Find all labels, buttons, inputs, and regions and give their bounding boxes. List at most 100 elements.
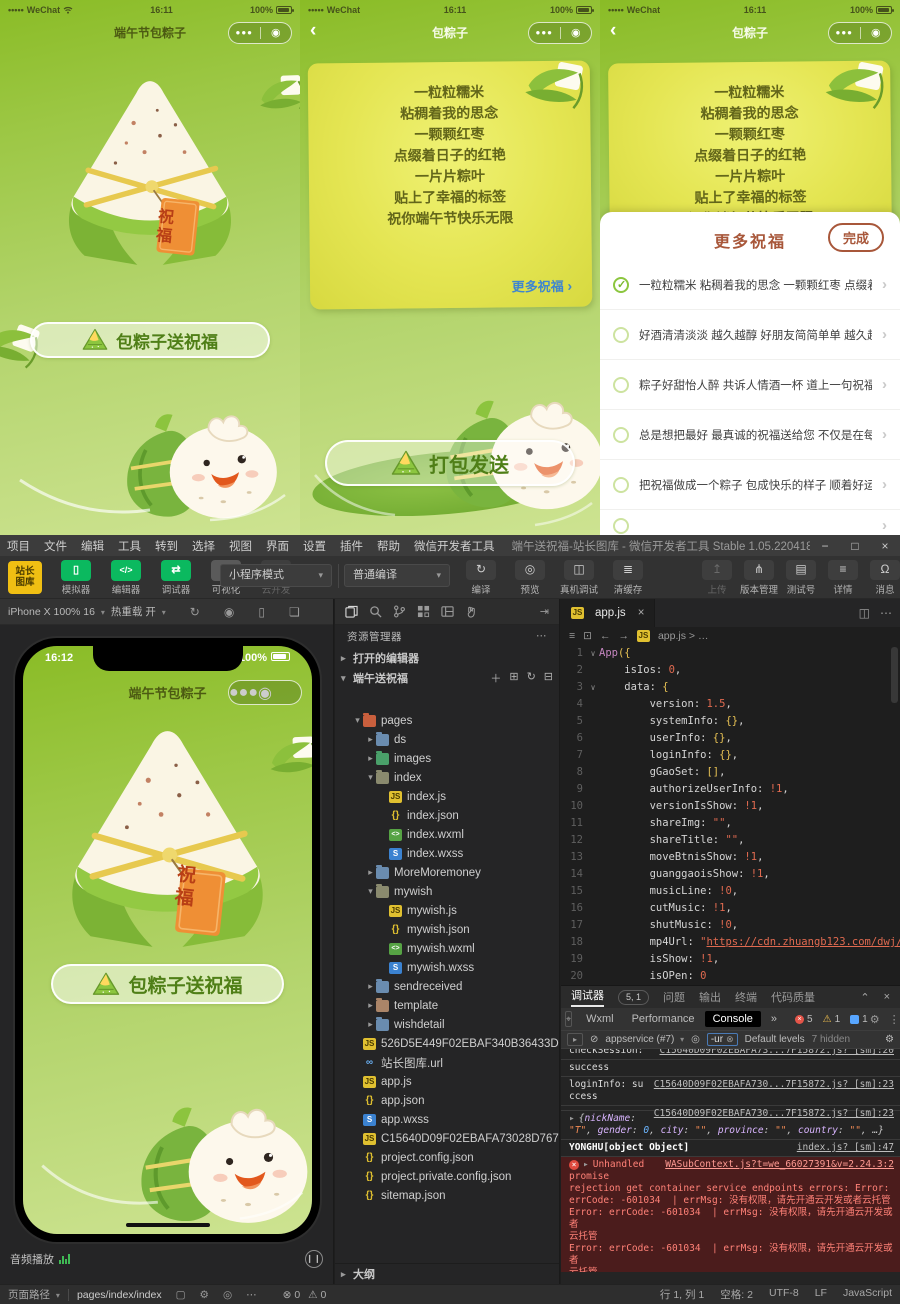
split-editor-icon[interactable]: ◫ — [859, 606, 870, 620]
menu-设置[interactable]: 设置 — [296, 538, 333, 554]
debugger-tab-代码质量[interactable]: 代码质量 — [771, 989, 815, 1005]
blessing-item[interactable]: 好酒清清淡淡 越久越醇 好朋友简简单单 越久越...› — [600, 310, 900, 360]
more-menu-icon[interactable]: ●●● — [229, 684, 258, 702]
extensions-icon[interactable] — [417, 605, 430, 618]
copy-path-icon[interactable]: ▢ — [176, 1289, 186, 1301]
panel-collapse-icon[interactable]: ⌃ — [860, 991, 869, 1004]
search-icon[interactable] — [369, 605, 382, 618]
source-link[interactable]: C15640D09F02EBAFA73...7F15872.js? [sm]:2… — [660, 1049, 895, 1057]
toolbar-编辑器[interactable]: </>编辑器 — [102, 560, 150, 596]
done-button[interactable]: 完成 — [828, 223, 884, 252]
mode-select[interactable]: 小程序模式▾ — [220, 564, 332, 587]
unchecked-circle-icon[interactable] — [613, 518, 629, 534]
rotate-icon[interactable]: ↻ — [190, 605, 200, 619]
error-counter[interactable]: ⊗ 0 — [283, 1289, 301, 1301]
toolbar-模拟器[interactable]: ▯模拟器 — [52, 560, 100, 596]
nav-back-icon[interactable]: ← — [600, 630, 611, 642]
more-menu-icon[interactable]: ●●● — [229, 23, 260, 43]
debugger-tab-问题[interactable]: 问题 — [663, 989, 685, 1005]
wechat-capsule[interactable]: ●●●◉ — [528, 22, 592, 44]
menu-项目[interactable]: 项目 — [0, 538, 37, 554]
hand-tool-icon[interactable] — [465, 605, 478, 618]
expand-arrow-icon[interactable]: ▸ — [569, 1113, 575, 1124]
page-path-label[interactable]: 页面路径 ▾ — [8, 1287, 60, 1302]
layout-icon[interactable] — [441, 605, 454, 618]
collapse-folders-icon[interactable]: ⊟ — [544, 670, 553, 686]
watch-icon[interactable]: ◎ — [223, 1289, 232, 1301]
toolbar-调试器[interactable]: ⇄调试器 — [152, 560, 200, 596]
console-entry[interactable]: ▸{nickName: "T", gender: 0, city: "", pr… — [561, 1111, 900, 1140]
status-item[interactable]: 空格: 2 — [720, 1287, 753, 1302]
minimize-button[interactable]: − — [810, 539, 840, 553]
outline-section[interactable]: ▸ 大纲 — [335, 1264, 559, 1284]
close-button[interactable]: × — [870, 539, 900, 553]
more-menu-icon[interactable]: ●●● — [829, 23, 860, 43]
code-line[interactable]: 15 musicLine: !0, — [561, 883, 900, 900]
blessing-item[interactable]: › — [600, 510, 900, 534]
record-icon[interactable]: ◉ — [224, 605, 234, 619]
nav-forward-icon[interactable]: → — [618, 630, 629, 642]
tree-item[interactable]: Sapp.wxss — [335, 1110, 559, 1129]
tree-item[interactable]: JSapp.js — [335, 1072, 559, 1091]
fold-icon[interactable]: ∨ — [587, 645, 599, 662]
editor-scrollbar[interactable] — [891, 647, 898, 703]
close-minibar-icon[interactable]: ◉ — [561, 23, 592, 43]
code-line[interactable]: 9 authorizeUserInfo: !1, — [561, 781, 900, 798]
devtools-tab-Console[interactable]: Console — [705, 1011, 761, 1027]
levels-select[interactable]: Default levels — [745, 1034, 805, 1045]
tree-item[interactable]: {}app.json — [335, 1091, 559, 1110]
code-line[interactable]: 1∨App({ — [561, 645, 900, 662]
info-count-icon[interactable] — [850, 1015, 859, 1024]
menu-选择[interactable]: 选择 — [185, 538, 222, 554]
checked-circle-icon[interactable] — [613, 277, 629, 293]
blessing-item[interactable]: 一粒粒糯米 粘稠着我的思念 一颗颗红枣 点缀着...› — [600, 260, 900, 310]
devtools-tab-Performance[interactable]: Performance — [624, 1011, 703, 1027]
pause-button[interactable]: ❙❙ — [305, 1250, 323, 1268]
bookmark-icon[interactable]: ⊡ — [583, 630, 592, 642]
code-line[interactable]: 8 gGaoSet: [], — [561, 764, 900, 781]
close-minibar-icon[interactable]: ◉ — [261, 23, 292, 43]
devtools-kebab-icon[interactable]: ⋮ — [889, 1013, 900, 1026]
code-line[interactable]: 10 versionIsShow: !1, — [561, 798, 900, 815]
tree-item[interactable]: Sindex.wxss — [335, 844, 559, 863]
frame-context-icon[interactable]: ▸ — [567, 1033, 583, 1046]
tree-item[interactable]: {}sitemap.json — [335, 1186, 559, 1205]
debug-icon[interactable]: ⚙ — [200, 1289, 209, 1301]
console-entry[interactable]: success — [561, 1060, 900, 1077]
devtools-settings-icon[interactable]: ⚙ — [870, 1013, 880, 1026]
wechat-capsule[interactable]: ●●●◉ — [228, 680, 302, 705]
new-file-icon[interactable]: ＋ — [490, 670, 501, 686]
code-line[interactable]: 5 systemInfo: {}, — [561, 713, 900, 730]
wrap-zongzi-button[interactable]: 包粽子送祝福 — [51, 964, 284, 1004]
tree-item[interactable]: ∞站长图库.url — [335, 1053, 559, 1072]
project-section[interactable]: ▾ 端午送祝福 ＋ ⊞ ↻ ⊟ — [335, 668, 559, 688]
debugger-tab-终端[interactable]: 终端 — [735, 989, 757, 1005]
toolbar-真机调试[interactable]: ◫真机调试 — [556, 560, 602, 596]
toolbar-消息[interactable]: Ω消息 — [862, 560, 900, 596]
wechat-capsule[interactable]: ●●● ◉ — [228, 22, 292, 44]
statusbar-more-icon[interactable]: ⋯ — [246, 1289, 257, 1301]
menu-工具[interactable]: 工具 — [111, 538, 148, 554]
explorer-more-icon[interactable]: ⋯ — [536, 630, 547, 642]
warning-counter[interactable]: ⚠ 0 — [308, 1289, 326, 1301]
page-path-value[interactable]: pages/index/index — [77, 1289, 162, 1301]
fold-icon[interactable]: ∨ — [587, 679, 599, 696]
close-tab-icon[interactable]: × — [638, 607, 645, 619]
status-item[interactable]: UTF-8 — [769, 1287, 799, 1302]
more-blessings-link[interactable]: 更多祝福 › — [512, 276, 573, 296]
code-line[interactable]: 2 isIos: 0, — [561, 662, 900, 679]
tree-item[interactable]: {}project.config.json — [335, 1148, 559, 1167]
code-line[interactable]: 18 mp4Url: "https://cdn.zhuangb123.com/d… — [561, 934, 900, 951]
debugger-tab-调试器[interactable]: 调试器 — [571, 987, 604, 1007]
unchecked-circle-icon[interactable] — [613, 327, 629, 343]
tree-item[interactable]: JSmywish.js — [335, 901, 559, 920]
menu-转到[interactable]: 转到 — [148, 538, 185, 554]
tree-item[interactable]: JSC15640D09F02EBAFA73028D767F15872.js — [335, 1129, 559, 1148]
tree-item[interactable]: {}index.json — [335, 806, 559, 825]
menu-视图[interactable]: 视图 — [222, 538, 259, 554]
tree-item[interactable]: JSindex.js — [335, 787, 559, 806]
status-item[interactable]: 行 1, 列 1 — [660, 1287, 704, 1302]
menu-编辑[interactable]: 编辑 — [74, 538, 111, 554]
blessing-item[interactable]: 粽子好甜怡人醉 共诉人情酒一杯 道上一句祝福...› — [600, 360, 900, 410]
code-line[interactable]: 4 version: 1.5, — [561, 696, 900, 713]
